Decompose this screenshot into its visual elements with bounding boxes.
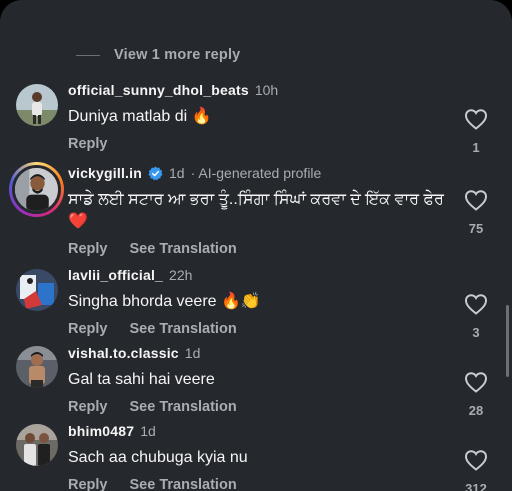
avatar[interactable]: [16, 346, 58, 388]
see-translation-button[interactable]: See Translation: [130, 321, 237, 337]
reply-button[interactable]: Reply: [68, 477, 108, 491]
like-control: 28: [462, 371, 490, 418]
comment-time: 1d: [184, 345, 201, 361]
see-translation-button[interactable]: See Translation: [130, 477, 237, 491]
heart-icon[interactable]: [464, 189, 488, 211]
like-control: 312: [462, 449, 490, 491]
like-control: 1: [462, 108, 490, 155]
comment-username[interactable]: vickygill.in: [68, 165, 142, 181]
comment-username[interactable]: lavlii_official_: [68, 267, 163, 283]
comment-text: Sach aa chubuga kyia nu: [68, 449, 248, 466]
like-control: 3: [462, 293, 490, 340]
heart-icon[interactable]: [464, 293, 488, 315]
view-more-replies-label: View 1 more reply: [114, 47, 241, 63]
avatar[interactable]: [16, 269, 58, 311]
comment-username[interactable]: bhim0487: [68, 423, 134, 439]
ai-generated-label: · AI-generated profile: [190, 165, 322, 181]
like-count: 75: [468, 221, 484, 236]
comment-time: 1d: [140, 423, 156, 439]
verified-badge-icon: [148, 165, 163, 180]
comment-text: Gal ta sahi hai veere: [68, 371, 215, 388]
heart-icon[interactable]: [464, 108, 488, 130]
reply-button[interactable]: Reply: [68, 321, 108, 337]
comment-text: Duniya matlab di 🔥: [68, 108, 212, 125]
reply-button[interactable]: Reply: [68, 241, 108, 257]
comment-username[interactable]: vishal.to.classic: [68, 345, 179, 361]
avatar[interactable]: [9, 162, 64, 217]
reply-button[interactable]: Reply: [68, 136, 108, 152]
like-count: 1: [472, 140, 480, 155]
comment-time: 1d: [169, 165, 185, 181]
heart-icon[interactable]: [464, 449, 488, 471]
like-control: 75: [462, 189, 490, 236]
see-translation-button[interactable]: See Translation: [130, 399, 237, 415]
thread-line: [76, 54, 100, 56]
like-count: 312: [465, 481, 487, 491]
comment-time: 22h: [169, 267, 193, 283]
comment-text: ਸਾਡੇ ਲਈ ਸਟਾਰ ਆ ਭਰਾ ਤੂੰ..ਸਿੰਗਾ ਸਿੰਘਾਂ ਕਰਵ…: [68, 191, 444, 230]
comments-sheet: View 1 more reply official_sunny_dhol_be…: [0, 0, 512, 491]
scrollbar[interactable]: [506, 305, 509, 377]
avatar[interactable]: [16, 424, 58, 466]
see-translation-button[interactable]: See Translation: [130, 241, 237, 257]
comment-text: Singha bhorda veere 🔥👏: [68, 293, 261, 310]
avatar[interactable]: [16, 84, 58, 126]
comment-username[interactable]: official_sunny_dhol_beats: [68, 82, 249, 98]
view-more-replies-button[interactable]: View 1 more reply: [76, 45, 240, 65]
comment-time: 10h: [254, 82, 279, 98]
reply-button[interactable]: Reply: [68, 399, 108, 415]
heart-icon[interactable]: [464, 371, 488, 393]
like-count: 3: [472, 325, 480, 340]
like-count: 28: [468, 403, 484, 418]
